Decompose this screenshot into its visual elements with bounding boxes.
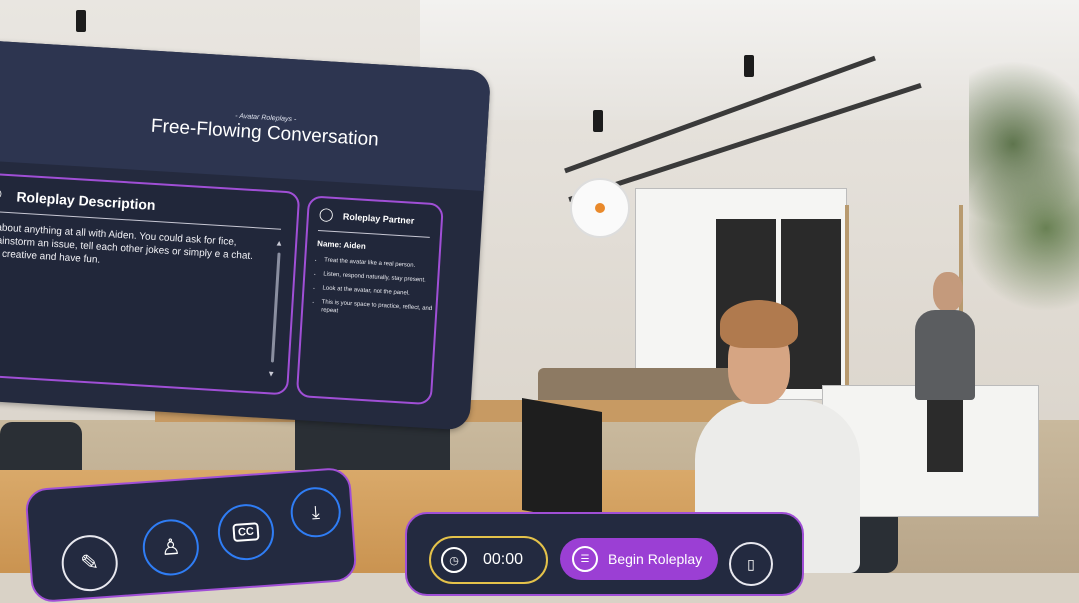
- download-button[interactable]: ⤓: [289, 485, 343, 539]
- chat-icon: ☰: [572, 546, 598, 572]
- clock-icon: ◷: [441, 547, 467, 573]
- session-timer: ◷ 00:00: [429, 536, 548, 584]
- wall-clock: [570, 178, 630, 238]
- roleplay-panel: - Avatar Roleplays - Free-Flowing Conver…: [0, 40, 492, 431]
- seated-mode-button[interactable]: ♙: [140, 517, 201, 578]
- ceiling-spotlight: [593, 110, 603, 132]
- captions-button[interactable]: CC: [216, 502, 276, 563]
- cc-icon: CC: [232, 522, 260, 543]
- partner-title: Roleplay Partner: [342, 211, 415, 226]
- begin-roleplay-label: Begin Roleplay: [608, 551, 703, 567]
- chevron-down-icon[interactable]: ▼: [267, 369, 275, 378]
- ceiling-spotlight: [76, 10, 86, 32]
- download-icon: ⤓: [311, 501, 321, 522]
- description-scrollbar[interactable]: ▲ ▼: [267, 238, 284, 378]
- tip-item: Treat the avatar like a real person.: [324, 256, 438, 271]
- timer-value: 00:00: [483, 551, 524, 568]
- chevron-up-icon[interactable]: ▲: [275, 238, 283, 247]
- document-icon: ▯: [747, 555, 755, 572]
- ceiling-spotlight: [744, 55, 754, 77]
- roleplay-menu-button[interactable]: ✎: [59, 533, 120, 594]
- description-text: k about anything at all with Aiden. You …: [0, 222, 254, 266]
- divider: [317, 229, 430, 238]
- roleplay-description-card: ◉ Roleplay Description k about anything …: [0, 171, 301, 396]
- begin-roleplay-button[interactable]: ☰ Begin Roleplay: [560, 538, 718, 580]
- seated-person-icon: ♙: [160, 533, 182, 561]
- partner-tips: Treat the avatar like a real person. Lis…: [313, 256, 439, 327]
- tip-item: This is your space to practice, reflect,…: [321, 298, 436, 321]
- user-icon: ◉: [0, 184, 3, 201]
- controls-toolbar: ✎ ♙ CC ⤓: [24, 466, 358, 603]
- tip-item: Listen, respond naturally, stay present.: [323, 270, 437, 285]
- laptop: [522, 397, 602, 525]
- background-person: [915, 272, 975, 472]
- person-icon: ◯: [318, 206, 335, 222]
- description-title: Roleplay Description: [16, 188, 157, 214]
- roleplay-partner-card: ◯ Roleplay Partner Name: Aiden Treat the…: [295, 195, 444, 406]
- tip-item: Look at the avatar, not the panel.: [322, 284, 436, 299]
- hanging-plant: [969, 60, 1079, 340]
- partner-name: Name: Aiden: [316, 238, 367, 251]
- document-button[interactable]: ▯: [729, 542, 773, 586]
- session-toolbar: ◷ 00:00 ☰ Begin Roleplay ▯: [405, 512, 804, 596]
